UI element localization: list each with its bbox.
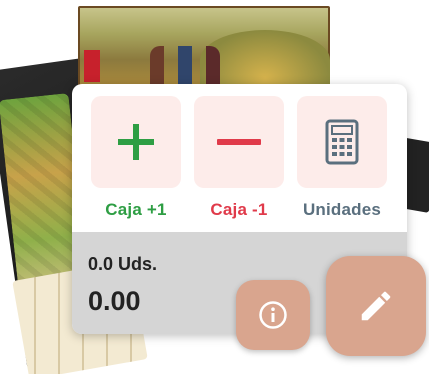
total-value: 0.00 [88,286,141,316]
units-count: 0.0 Uds. [88,254,158,274]
remove-box-label: Caja -1 [210,200,268,219]
pencil-icon [361,291,391,321]
box-logo-band [84,50,100,82]
units-tile[interactable] [297,96,387,188]
minus-icon [217,139,261,145]
info-icon [259,301,287,329]
units-label: Unidades [302,200,382,219]
action-row: Caja +1 Caja -1 Unidades [72,84,407,232]
game-box-art [78,6,330,96]
plus-icon [118,124,154,160]
add-box-tile[interactable] [91,96,181,188]
info-button[interactable] [236,280,310,350]
add-box-label: Caja +1 [105,200,167,219]
edit-button[interactable] [326,256,426,356]
units-button[interactable]: Unidades [297,96,387,228]
add-box-button[interactable]: Caja +1 [91,96,181,228]
calculator-icon [325,119,359,165]
remove-box-button[interactable]: Caja -1 [194,96,284,228]
remove-box-tile[interactable] [194,96,284,188]
